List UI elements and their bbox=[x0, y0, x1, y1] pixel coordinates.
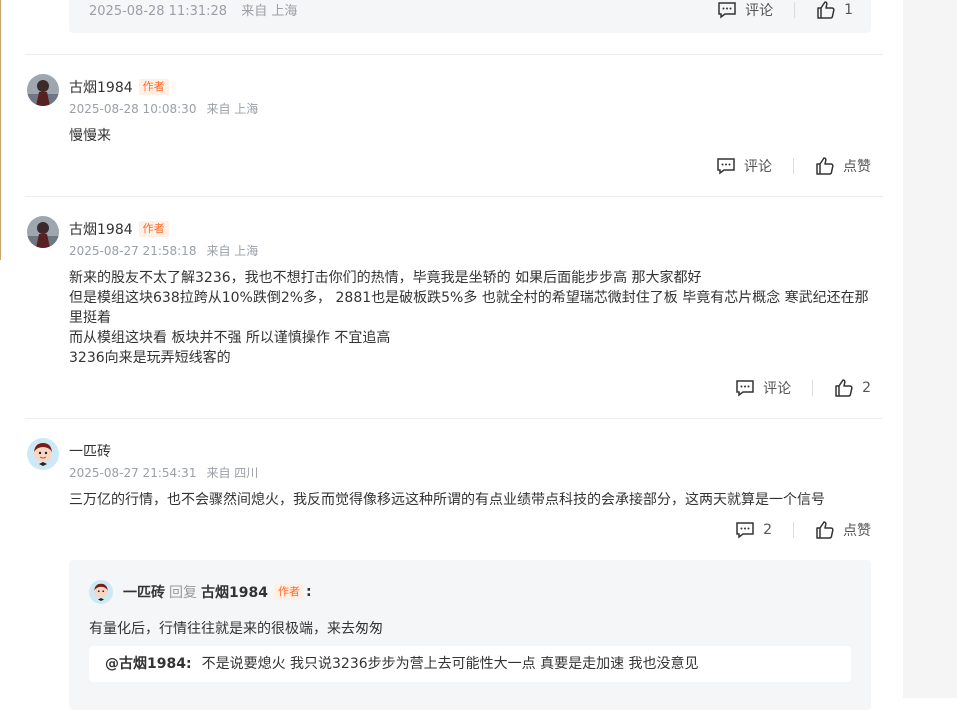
comment-line: 但是模组这块638拉跨从10%跌倒2%多， 2881也是破板跌5%多 也就全村的… bbox=[69, 290, 869, 326]
comment-icon bbox=[717, 158, 735, 175]
thumbs-up-icon bbox=[816, 157, 834, 175]
divider bbox=[25, 196, 883, 197]
author-row: 一匹砖 bbox=[69, 441, 111, 461]
right-gutter bbox=[903, 0, 957, 698]
comment-button[interactable]: 评论 bbox=[717, 0, 773, 20]
like-label: 点赞 bbox=[843, 159, 871, 175]
like-button[interactable]: 点赞 bbox=[815, 156, 871, 176]
reply-location: 来自 上海 bbox=[241, 4, 298, 19]
thumbs-up-icon bbox=[816, 521, 834, 539]
comment-actions: 评论 2 bbox=[735, 378, 871, 398]
comment-content: 三万亿的行情，也不会骤然间熄火，我反而觉得像移远这种所谓的有点业绩带点科技的会承… bbox=[69, 490, 869, 510]
reply-author-name[interactable]: 一匹砖 bbox=[123, 582, 165, 602]
comment-content: 新来的股友不太了解3236，我也不想打击你们的热情，毕竟我是坐轿的 如果后面能步… bbox=[69, 268, 869, 368]
reply-target-name[interactable]: 古烟1984 bbox=[201, 582, 268, 602]
avatar[interactable] bbox=[27, 216, 59, 248]
comment-button[interactable]: 2 bbox=[735, 520, 772, 540]
comment-datetime: 2025-08-28 10:08:30 bbox=[69, 102, 197, 116]
comment-location: 来自 四川 bbox=[206, 466, 259, 480]
avatar[interactable] bbox=[27, 74, 59, 106]
comment-icon bbox=[718, 2, 736, 19]
comment-item: 古烟1984 作者 2025-08-28 10:08:30 来自 上海 慢慢来 评… bbox=[25, 74, 883, 196]
like-button[interactable]: 1 bbox=[816, 0, 853, 20]
like-button[interactable]: 2 bbox=[834, 378, 871, 398]
comment-item: 一匹砖 2025-08-27 21:54:31 来自 四川 三万亿的行情，也不会骤… bbox=[25, 438, 883, 558]
comment-meta: 2025-08-28 10:08:30 来自 上海 bbox=[69, 100, 258, 117]
author-badge: 作者 bbox=[138, 221, 169, 237]
reply-datetime: 2025-08-28 11:31:28 bbox=[89, 4, 228, 19]
comment-line: 新来的股友不太了解3236，我也不想打击你们的热情，毕竟我是坐轿的 如果后面能步… bbox=[69, 270, 702, 286]
comment-icon bbox=[736, 380, 754, 397]
divider bbox=[793, 158, 794, 174]
comment-line: 而从模组这块看 板块并不强 所以谨慎操作 不宜追高 bbox=[69, 330, 391, 346]
reply-colon: : bbox=[305, 584, 312, 600]
comment-meta: 2025-08-27 21:58:18 来自 上海 bbox=[69, 242, 258, 259]
reply-actions: 评论 1 bbox=[717, 0, 853, 20]
author-row: 古烟1984 作者 bbox=[69, 219, 169, 239]
reply-text: 有量化后，行情往往就是来的很极端，来去匆匆 bbox=[89, 621, 383, 637]
divider bbox=[25, 54, 883, 55]
author-name[interactable]: 一匹砖 bbox=[69, 441, 111, 461]
thumbs-up-icon bbox=[817, 1, 835, 19]
reply-word: 回复 bbox=[169, 585, 197, 601]
comment-text: 慢慢来 bbox=[69, 128, 111, 144]
comment-line: 3236向来是玩弄短线客的 bbox=[69, 350, 231, 366]
comment-label: 评论 bbox=[744, 159, 772, 175]
comment-datetime: 2025-08-27 21:58:18 bbox=[69, 244, 197, 258]
quoted-comment: @古烟1984: 不是说要熄火 我只说3236步步为营上去可能性大一点 真要是走加… bbox=[89, 646, 851, 682]
divider bbox=[25, 418, 883, 419]
author-row: 古烟1984 作者 bbox=[69, 77, 169, 97]
author-badge: 作者 bbox=[138, 79, 169, 95]
thumbs-up-icon bbox=[835, 379, 853, 397]
divider bbox=[794, 2, 796, 18]
author-badge: 作者 bbox=[273, 584, 304, 600]
comment-datetime: 2025-08-27 21:54:31 bbox=[69, 466, 197, 480]
like-label: 点赞 bbox=[843, 523, 871, 539]
avatar[interactable] bbox=[89, 580, 113, 604]
comment-text: 三万亿的行情，也不会骤然间熄火，我反而觉得像移远这种所谓的有点业绩带点科技的会承… bbox=[69, 492, 825, 508]
author-name[interactable]: 古烟1984 bbox=[69, 77, 133, 97]
comment-label: 评论 bbox=[763, 381, 792, 397]
divider bbox=[793, 522, 794, 538]
like-button[interactable]: 点赞 bbox=[815, 520, 871, 540]
comment-item: 古烟1984 作者 2025-08-27 21:58:18 来自 上海 新来的股友… bbox=[25, 216, 883, 418]
comment-content: 慢慢来 bbox=[69, 126, 869, 146]
comment-meta: 2025-08-27 21:54:31 来自 四川 bbox=[69, 464, 258, 481]
left-accent-border bbox=[0, 0, 1, 260]
comment-label: 评论 bbox=[745, 3, 774, 19]
nested-reply-card: 2025-08-28 11:31:28 来自 上海 评论 1 bbox=[69, 0, 871, 33]
comment-actions: 2 点赞 bbox=[735, 520, 871, 540]
comment-button[interactable]: 评论 bbox=[735, 378, 791, 398]
quoted-author[interactable]: @古烟1984: bbox=[105, 656, 192, 672]
avatar[interactable] bbox=[27, 438, 59, 470]
comment-icon bbox=[736, 522, 754, 539]
author-name[interactable]: 古烟1984 bbox=[69, 219, 133, 239]
like-count: 2 bbox=[862, 380, 871, 396]
like-count: 1 bbox=[844, 2, 853, 18]
comment-count: 2 bbox=[763, 522, 772, 538]
divider bbox=[812, 380, 814, 396]
reply-header: 一匹砖 回复 古烟1984 作者 : bbox=[89, 580, 312, 604]
quoted-text: 不是说要熄火 我只说3236步步为营上去可能性大一点 真要是走加速 我也没意见 bbox=[201, 656, 699, 672]
reply-meta: 2025-08-28 11:31:28 来自 上海 bbox=[89, 0, 297, 19]
nested-reply-card: 一匹砖 回复 古烟1984 作者 : 有量化后，行情往往就是来的很极端，来去匆匆… bbox=[69, 560, 871, 710]
comment-button[interactable]: 评论 bbox=[716, 156, 772, 176]
comment-location: 来自 上海 bbox=[206, 102, 259, 116]
comment-location: 来自 上海 bbox=[206, 244, 259, 258]
comment-actions: 评论 点赞 bbox=[716, 156, 871, 176]
